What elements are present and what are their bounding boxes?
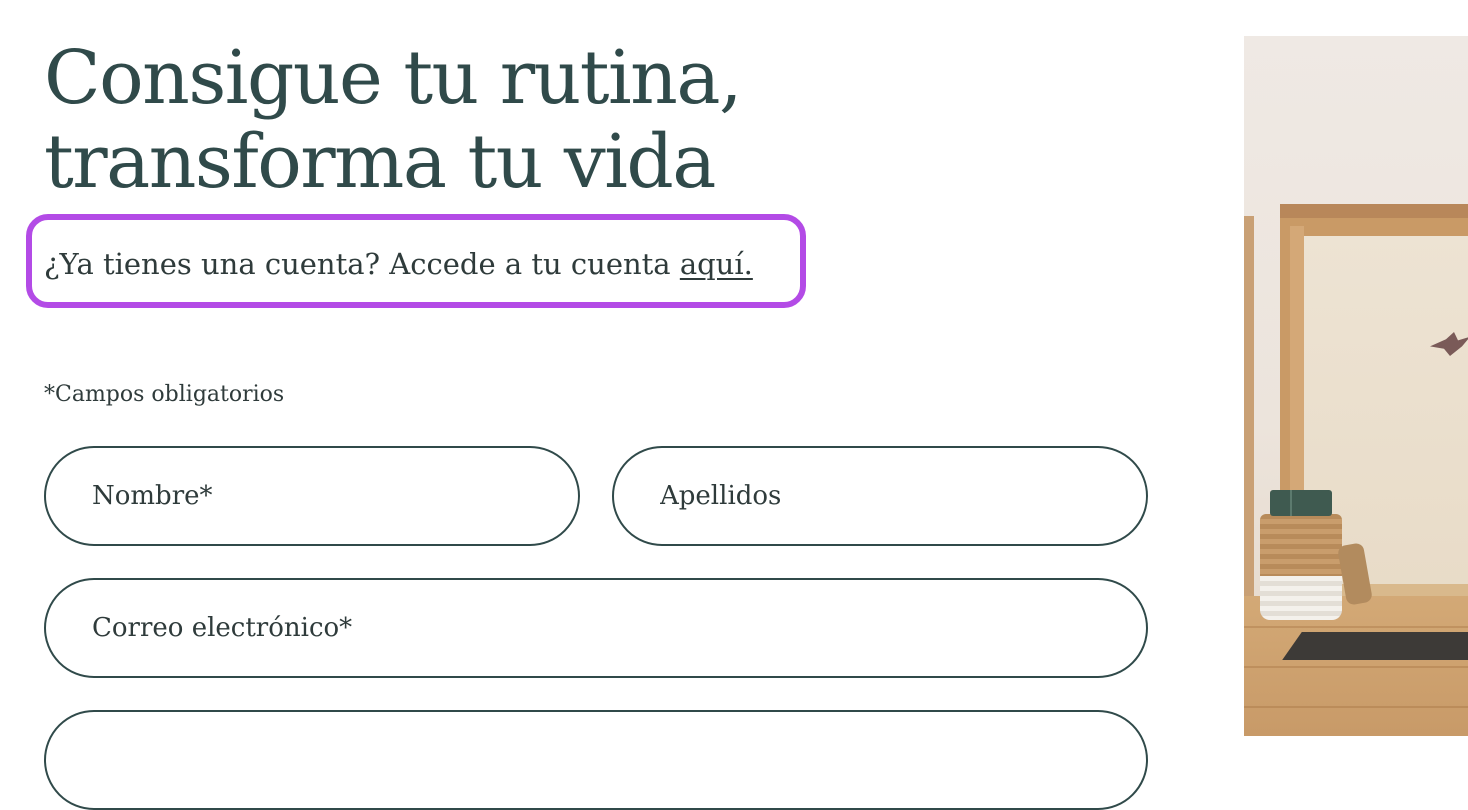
login-link[interactable]: aquí. xyxy=(680,247,753,281)
basket-base xyxy=(1260,576,1342,620)
required-fields-note: *Campos obligatorios xyxy=(44,382,285,407)
login-prompt: ¿Ya tienes una cuenta? Accede a tu cuent… xyxy=(44,244,753,284)
yoga-mat xyxy=(1282,632,1468,660)
login-prompt-text: ¿Ya tienes una cuenta? Accede a tu cuent… xyxy=(44,247,680,281)
door-lintel xyxy=(1280,204,1468,218)
next-form-field[interactable] xyxy=(44,710,1148,810)
page-title: Consigue tu rutina, transforma tu vida xyxy=(44,35,742,205)
page-title-line-2: transforma tu vida xyxy=(44,119,716,205)
first-name-input[interactable] xyxy=(44,446,580,546)
email-input[interactable] xyxy=(44,578,1148,678)
door-edge xyxy=(1244,216,1254,616)
last-name-input[interactable] xyxy=(612,446,1148,546)
yoga-blocks xyxy=(1270,490,1332,516)
hero-image xyxy=(1244,36,1468,736)
page-title-line-1: Consigue tu rutina, xyxy=(44,35,742,121)
